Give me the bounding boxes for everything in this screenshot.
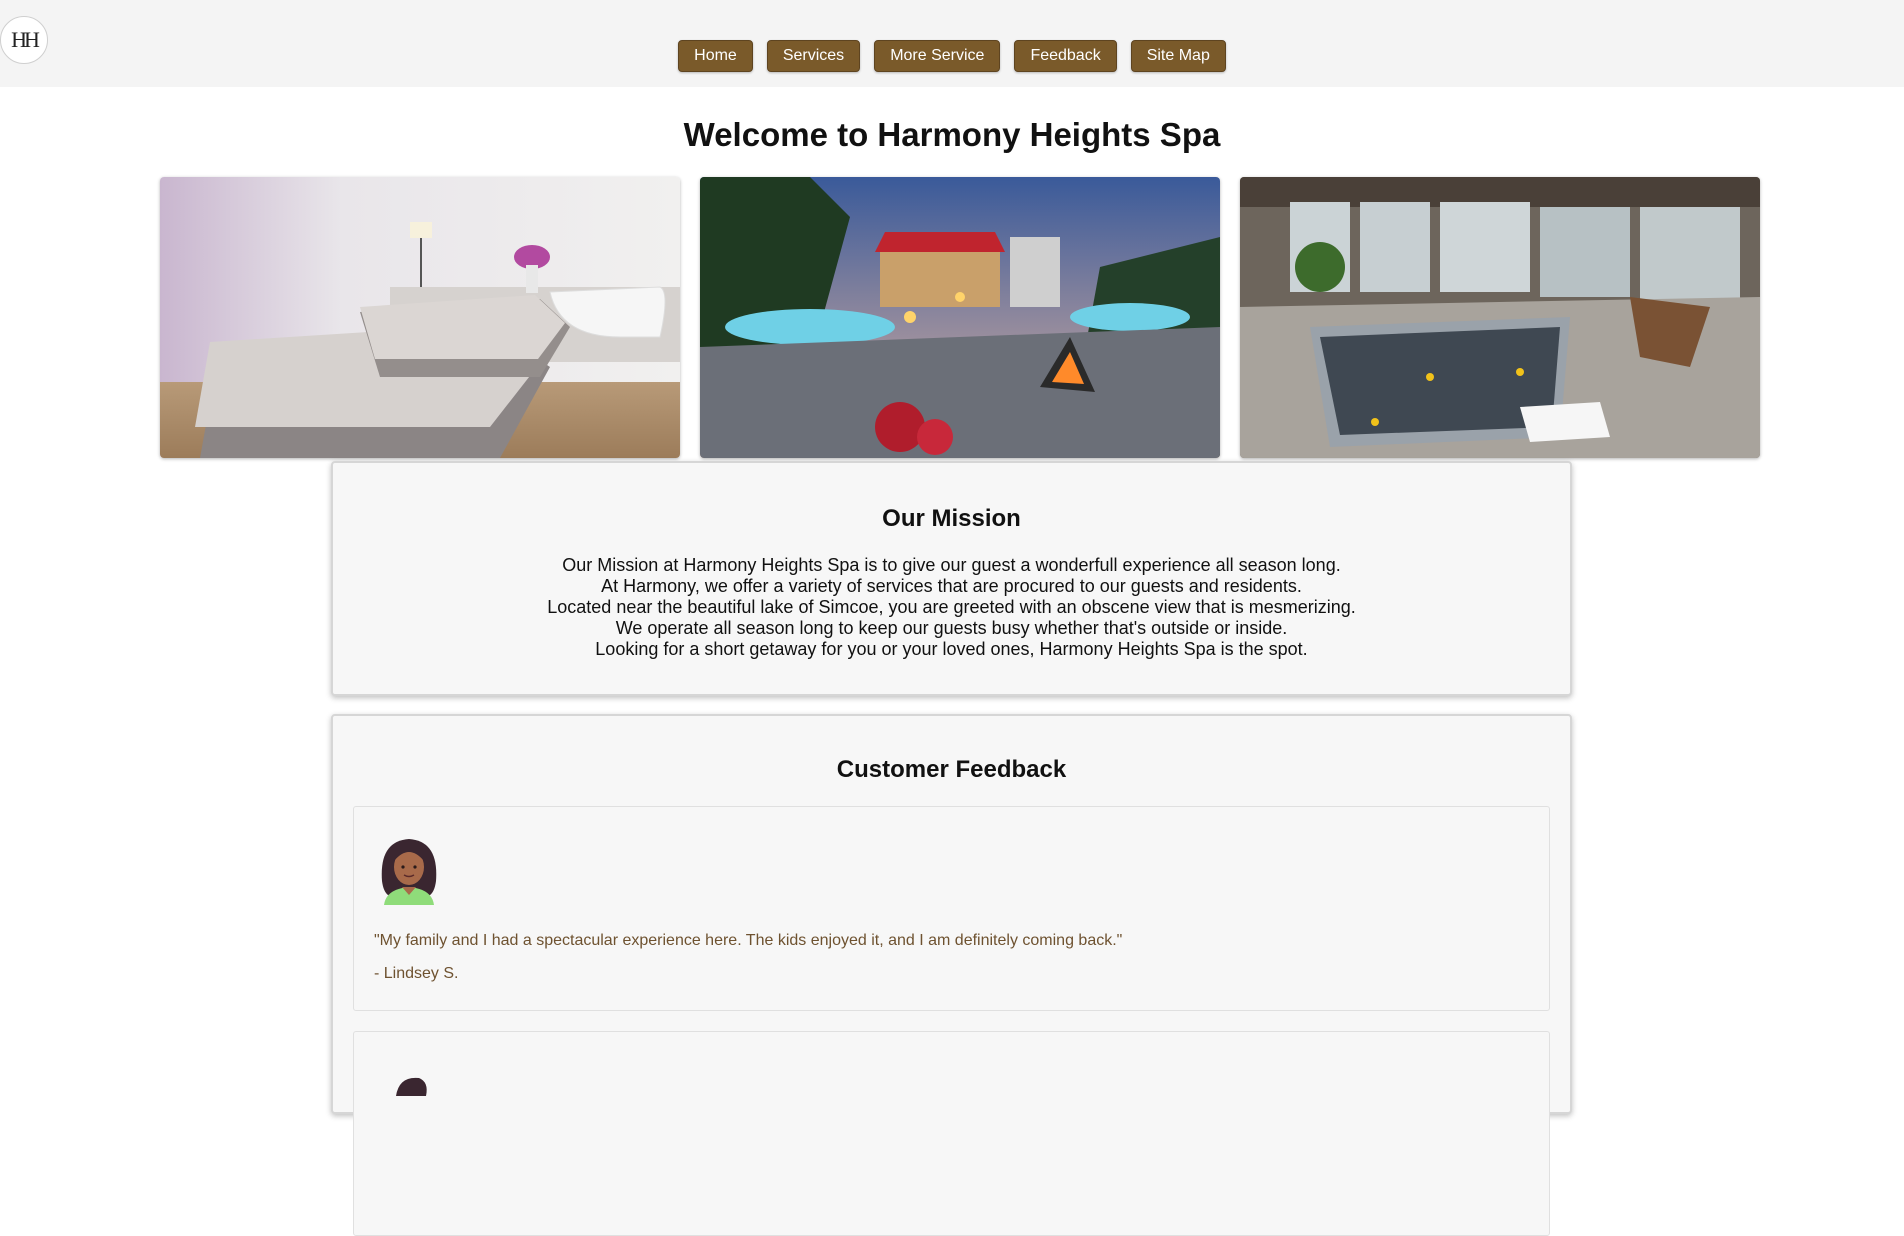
page-title: Welcome to Harmony Heights Spa bbox=[683, 116, 1221, 153]
review-quote: "My family and I had a spectacular exper… bbox=[374, 932, 1123, 949]
mission-text: Our Mission at Harmony Heights Spa is to… bbox=[333, 555, 1570, 660]
feedback-heading: Customer Feedback bbox=[836, 756, 1067, 783]
nav-feedback-button[interactable]: Feedback bbox=[1014, 40, 1117, 72]
mission-line: We operate all season long to keep our g… bbox=[615, 618, 1288, 638]
massage-room-photo bbox=[160, 177, 680, 458]
mission-line: At Harmony, we offer a variety of servic… bbox=[601, 576, 1302, 596]
indoor-hot-tub-photo bbox=[1240, 177, 1760, 458]
mission-line: Our Mission at Harmony Heights Spa is to… bbox=[562, 555, 1341, 575]
outdoor-pool-night-photo bbox=[700, 177, 1220, 458]
top-bar: HH Home Services More Service Feedback S… bbox=[0, 0, 1904, 87]
nav-services-button[interactable]: Services bbox=[766, 40, 861, 72]
main-nav: Home Services More Service Feedback Site… bbox=[0, 40, 1904, 72]
mission-line: Located near the beautiful lake of Simco… bbox=[547, 597, 1356, 617]
avatar bbox=[381, 839, 437, 905]
photo-gallery bbox=[160, 177, 1760, 458]
nav-site-map-button[interactable]: Site Map bbox=[1130, 40, 1226, 72]
nav-home-button[interactable]: Home bbox=[678, 40, 753, 72]
feedback-card: Customer Feedback "My family and I had a… bbox=[331, 714, 1572, 1236]
avatar bbox=[396, 1077, 427, 1096]
review-author: - Lindsey S. bbox=[374, 965, 459, 982]
nav-more-service-button[interactable]: More Service bbox=[874, 40, 1001, 72]
mission-heading: Our Mission bbox=[882, 505, 1021, 532]
mission-line: Looking for a short getaway for you or y… bbox=[595, 639, 1308, 659]
review-item: "My family and I had a spectacular exper… bbox=[353, 806, 1550, 1011]
mission-card: Our Mission Our Mission at Harmony Heigh… bbox=[331, 461, 1572, 696]
review-item bbox=[353, 1031, 1550, 1236]
